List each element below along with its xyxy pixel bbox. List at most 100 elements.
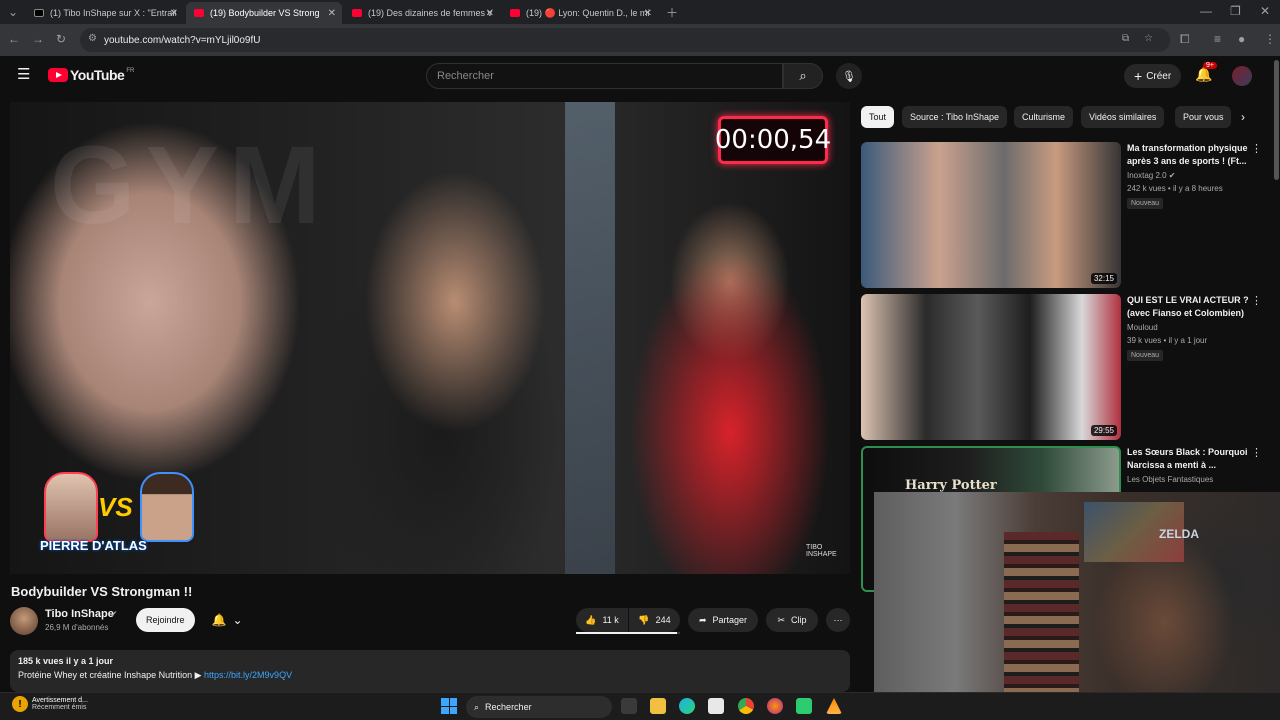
task-view-icon[interactable] xyxy=(621,698,637,714)
chip-source[interactable]: Source : Tibo InShape xyxy=(902,106,1008,128)
like-ratio-fill xyxy=(576,632,677,634)
youtube-play-icon xyxy=(48,68,68,82)
chip-videos-similaires[interactable]: Vidéos similaires xyxy=(1081,106,1165,128)
tab-twitter[interactable]: (1) Tibo InShape sur X : "Entraîn ✕ xyxy=(26,2,184,24)
youtube-icon xyxy=(352,9,362,17)
install-icon[interactable]: ⧉ xyxy=(1122,33,1129,44)
windows-taskbar: ! Avertissement d... Récemment émis ⌕ Re… xyxy=(0,692,1280,720)
channel-watermark: TIBO INSHAPE xyxy=(806,544,837,558)
maximize-icon[interactable]: ❐ xyxy=(1230,4,1241,18)
site-info-icon[interactable]: ⚙ xyxy=(88,33,97,44)
close-icon[interactable]: ✕ xyxy=(486,8,494,19)
close-icon[interactable]: ✕ xyxy=(644,8,652,19)
warning-icon: ! xyxy=(12,696,28,712)
verified-icon: ✔ xyxy=(110,609,118,619)
search-icon: ⌕ xyxy=(799,68,807,83)
description-box[interactable]: 185 k vues il y a 1 jour Protéine Whey e… xyxy=(10,650,850,692)
tab-lyon[interactable]: (19) 🔴 Lyon: Quentin D., le mi ✕ xyxy=(502,2,658,24)
store-icon[interactable] xyxy=(708,698,724,714)
like-button[interactable]: 👍 11 k xyxy=(576,608,628,632)
mic-button[interactable]: 🎙 xyxy=(836,63,862,89)
kebab-menu-icon[interactable]: ⋮ xyxy=(1251,446,1262,459)
hamburger-icon[interactable]: ☰ xyxy=(17,65,30,83)
reload-icon[interactable]: ↻ xyxy=(56,32,66,46)
windows-start-icon[interactable] xyxy=(441,698,457,714)
video-player[interactable]: GYM 00:00,54 VS PIERRE D'ATLAS TIBO INSH… xyxy=(10,102,850,574)
share-icon: ➦ xyxy=(698,614,707,625)
profile-icon[interactable]: ● xyxy=(1238,32,1245,46)
overlay-face-right xyxy=(140,472,194,542)
clip-button[interactable]: ✂ Clip xyxy=(766,608,818,632)
chip-culturisme[interactable]: Culturisme xyxy=(1014,106,1074,128)
dislike-button[interactable]: 👎 244 xyxy=(629,608,680,632)
chip-pour-vous[interactable]: Pour vous xyxy=(1175,106,1231,128)
chip-tout[interactable]: Tout xyxy=(861,106,895,128)
close-icon[interactable]: ✕ xyxy=(170,8,178,19)
plus-icon: + xyxy=(1134,68,1143,84)
tab-femmes[interactable]: (19) Des dizaines de femmes v ✕ xyxy=(344,2,500,24)
recommendation-item[interactable]: 29:55 QUI EST LE VRAI ACTEUR ? (avec Fia… xyxy=(861,294,1262,440)
address-bar[interactable]: ⚙ youtube.com/watch?v=mYLjil0o9fU ⧉ ☆ xyxy=(80,28,1170,52)
extensions-icon[interactable]: ⧠ xyxy=(1180,32,1190,47)
kebab-menu-icon[interactable]: ⋮ xyxy=(1251,142,1262,155)
back-icon[interactable]: ← xyxy=(8,32,20,46)
join-button[interactable]: Rejoindre xyxy=(136,608,195,632)
share-button[interactable]: ➦ Partager xyxy=(688,608,758,632)
star-icon[interactable]: ☆ xyxy=(1144,33,1153,44)
gym-wall-sign: GYM xyxy=(50,124,331,247)
thumbs-down-icon: 👎 xyxy=(638,614,650,625)
views-and-date: 185 k vues il y a 1 jour xyxy=(18,656,114,666)
edge-icon[interactable] xyxy=(679,698,695,714)
like-ratio-bar xyxy=(576,632,680,634)
minimize-icon[interactable]: — xyxy=(1200,4,1212,18)
video-thumbnail[interactable]: 29:55 xyxy=(861,294,1121,440)
kebab-menu-icon[interactable]: ⋮ xyxy=(1251,294,1262,307)
notif-badge: 9+ xyxy=(1203,62,1217,69)
new-tab-icon[interactable]: ＋ xyxy=(666,4,678,21)
firefox-icon[interactable] xyxy=(767,698,783,714)
vlc-icon[interactable] xyxy=(826,698,842,714)
tab-list-icon[interactable]: ⌄ xyxy=(8,5,18,19)
channel-avatar[interactable] xyxy=(10,607,38,635)
tab-bodybuilder[interactable]: (19) Bodybuilder VS Strong ✕ xyxy=(186,2,342,24)
account-avatar[interactable] xyxy=(1232,66,1252,86)
more-icon: ⋯ xyxy=(833,614,843,625)
channel-name[interactable]: Tibo InShape xyxy=(45,608,114,620)
youtube-icon xyxy=(194,9,204,17)
mic-icon: 🎙 xyxy=(842,70,856,83)
recommendation-item[interactable]: 32:15 Ma transformation physique après 3… xyxy=(861,142,1262,288)
create-button[interactable]: + Créer xyxy=(1124,64,1182,88)
page-scrollbar[interactable] xyxy=(1274,60,1279,180)
search-icon: ⌕ xyxy=(474,701,480,712)
youtube-header: ☰ YouTube FR Rechercher ⌕ 🎙 + Créer 🔔 9+ xyxy=(0,56,1280,96)
overlay-face-left xyxy=(44,472,98,542)
webcam-overlay: ZELDA xyxy=(874,492,1280,720)
notifications-button[interactable]: 🔔 9+ xyxy=(1195,62,1217,83)
chevron-right-icon[interactable]: › xyxy=(1241,110,1245,124)
close-window-icon[interactable]: ✕ xyxy=(1260,4,1270,18)
youtube-logo[interactable]: YouTube FR xyxy=(48,67,134,83)
url-text: youtube.com/watch?v=mYLjil0o9fU xyxy=(104,34,261,46)
description-link[interactable]: https://bit.ly/2M9v9QV xyxy=(204,670,292,680)
chrome-icon[interactable] xyxy=(738,698,754,714)
more-actions-button[interactable]: ⋯ xyxy=(826,608,850,632)
video-timer-overlay: 00:00,54 xyxy=(715,116,831,164)
search-button[interactable]: ⌕ xyxy=(783,63,823,89)
media-icon[interactable]: ≡ xyxy=(1214,32,1221,46)
subscriber-count: 26,9 M d'abonnés xyxy=(45,623,109,632)
forward-icon[interactable]: → xyxy=(32,32,44,46)
video-thumbnail[interactable]: 32:15 xyxy=(861,142,1121,288)
thumbs-up-icon: 👍 xyxy=(585,614,597,625)
app-icon[interactable] xyxy=(796,698,812,714)
close-icon[interactable]: ✕ xyxy=(328,8,336,19)
video-background-pillar xyxy=(565,102,615,574)
subscribe-bell-button[interactable]: 🔔 ⌄ xyxy=(202,608,252,632)
browser-tab-bar: ⌄ (1) Tibo InShape sur X : "Entraîn ✕ (1… xyxy=(0,0,1280,24)
taskbar-search[interactable]: ⌕ Rechercher xyxy=(466,696,612,718)
browser-toolbar: ← → ↻ ⚙ youtube.com/watch?v=mYLjil0o9fU … xyxy=(0,24,1280,56)
search-input[interactable]: Rechercher xyxy=(426,63,783,89)
taskbar-alert[interactable]: ! Avertissement d... Récemment émis xyxy=(12,696,88,712)
vs-overlay: VS PIERRE D'ATLAS xyxy=(40,472,200,562)
file-explorer-icon[interactable] xyxy=(650,698,666,714)
menu-icon[interactable]: ⋮ xyxy=(1264,32,1276,46)
